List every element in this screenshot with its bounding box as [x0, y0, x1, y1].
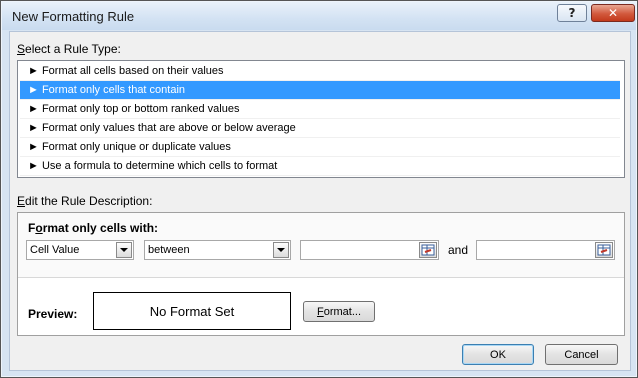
preview-label: Preview: — [28, 307, 78, 321]
help-button[interactable]: ? — [557, 4, 587, 22]
help-icon: ? — [568, 6, 576, 20]
rule-type-item-unique-duplicate[interactable]: ► Format only unique or duplicate values — [20, 138, 620, 157]
rule-type-label: Select a Rule Type: — [17, 42, 121, 56]
arrow-icon: ► — [28, 103, 39, 115]
rule-type-list[interactable]: ► Format all cells based on their values… — [17, 60, 625, 178]
arrow-icon: ► — [28, 160, 39, 172]
format-preview: No Format Set — [93, 292, 291, 330]
value2-input[interactable] — [476, 240, 615, 260]
value1-input[interactable] — [300, 240, 439, 260]
rule-type-item-top-bottom[interactable]: ► Format only top or bottom ranked value… — [20, 100, 620, 119]
dialog-title: New Formatting Rule — [12, 9, 135, 24]
arrow-icon: ► — [28, 84, 39, 96]
title-bar[interactable]: New Formatting Rule ? ✕ — [2, 2, 636, 30]
chevron-down-icon[interactable] — [273, 242, 289, 258]
and-label: and — [448, 243, 469, 257]
dialog-body: Select a Rule Type: ► Format all cells b… — [9, 31, 631, 371]
rule-type-item-above-below-average[interactable]: ► Format only values that are above or b… — [20, 119, 620, 138]
rule-type-item-cells-that-contain[interactable]: ► Format only cells that contain — [20, 81, 620, 100]
arrow-icon: ► — [28, 65, 39, 77]
arrow-icon: ► — [28, 141, 39, 153]
rule-type-item-all-cells[interactable]: ► Format all cells based on their values — [20, 62, 620, 81]
collapse-dialog-icon[interactable] — [595, 242, 613, 258]
rule-type-item-formula[interactable]: ► Use a formula to determine which cells… — [20, 157, 620, 176]
format-only-cells-heading: Format only cells with: — [28, 221, 159, 235]
arrow-icon: ► — [28, 122, 39, 134]
condition-type-select[interactable]: Cell Value — [26, 240, 134, 260]
close-button[interactable]: ✕ — [591, 4, 635, 22]
rule-description-label: Edit the Rule Description: — [17, 194, 153, 208]
cancel-button[interactable]: Cancel — [545, 344, 618, 365]
format-button[interactable]: Format... — [303, 301, 375, 322]
collapse-dialog-icon[interactable] — [419, 242, 437, 258]
chevron-down-icon[interactable] — [116, 242, 132, 258]
rule-description-panel: Format only cells with: Cell Value betwe… — [17, 212, 625, 336]
ok-button[interactable]: OK — [462, 344, 534, 365]
close-icon: ✕ — [607, 6, 619, 20]
new-formatting-rule-dialog: New Formatting Rule ? ✕ Select a Rule Ty… — [0, 0, 638, 378]
operator-select[interactable]: between — [144, 240, 291, 260]
